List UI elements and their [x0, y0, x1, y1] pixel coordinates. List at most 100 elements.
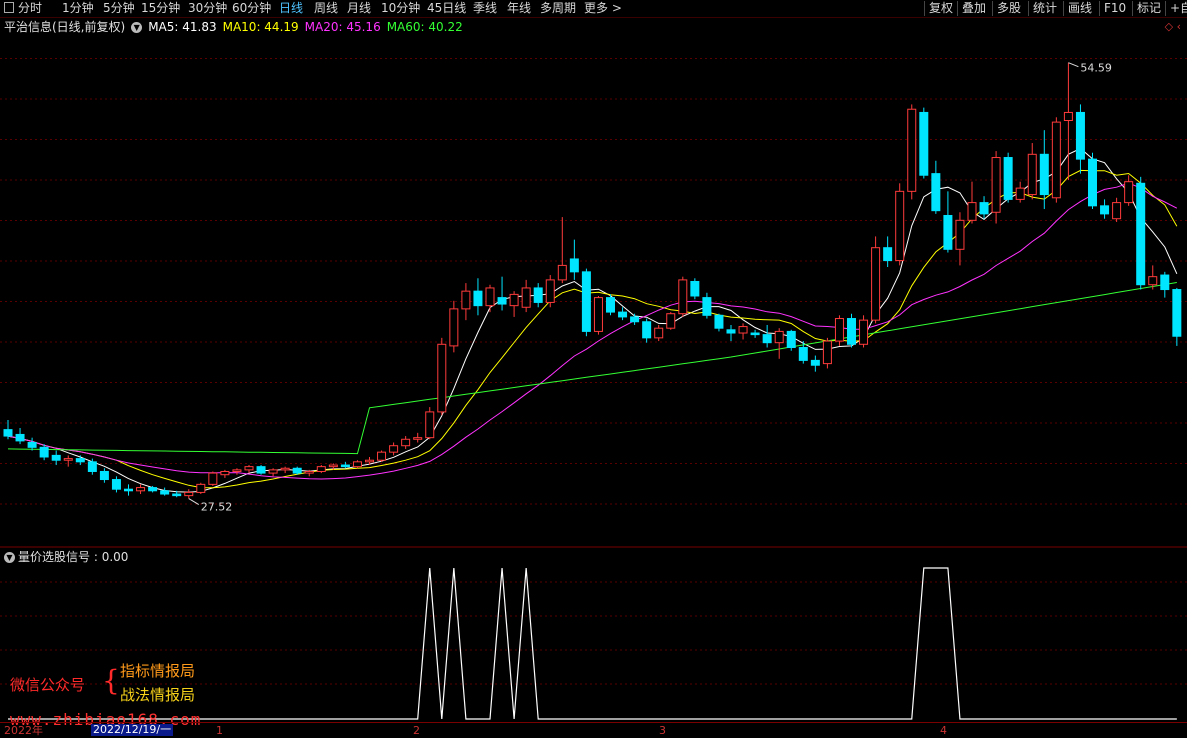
watermark: 微信公众号 { 指标情报局 战法情报局 www.zhibiao168.com — [10, 660, 250, 730]
candle-body — [690, 281, 700, 297]
candle-body — [220, 470, 230, 476]
period-tab[interactable]: 多周期 — [540, 0, 576, 17]
chevron-left-icon[interactable]: ‹ — [1177, 20, 1181, 33]
period-tab[interactable]: 月线 — [347, 0, 371, 17]
candle-body — [847, 318, 856, 345]
candle-body — [654, 327, 664, 339]
candle-body — [473, 290, 483, 307]
candle-body — [27, 442, 37, 448]
candle-body — [967, 202, 977, 221]
period-tab[interactable]: 周线 — [314, 0, 338, 17]
candle-body — [365, 459, 374, 463]
tool-button[interactable]: 画线 — [1068, 0, 1092, 17]
candle-body — [593, 297, 603, 332]
candle-body — [509, 293, 519, 307]
candle-body — [883, 247, 893, 262]
tool-button[interactable]: 标记 — [1137, 0, 1161, 17]
ma-legend-item: MA60: 40.22 — [386, 20, 463, 34]
candle-body — [1124, 181, 1134, 204]
toolbar-divider — [924, 1, 925, 16]
candle-body — [714, 314, 724, 329]
tool-button[interactable]: 叠加 — [962, 0, 986, 17]
annotation-leader — [1068, 62, 1079, 68]
period-tab[interactable]: 1分钟 — [62, 0, 94, 17]
chevron-down-icon[interactable]: ▼ — [4, 552, 15, 563]
candle-body — [15, 433, 25, 442]
candle-body — [1027, 153, 1037, 196]
candle-body — [184, 491, 194, 497]
period-tab[interactable]: 更多 > — [584, 0, 622, 17]
period-tab[interactable]: 10分钟 — [381, 0, 420, 17]
candle-body — [160, 490, 170, 495]
period-tab[interactable]: 30分钟 — [188, 0, 227, 17]
candle-body — [666, 313, 676, 329]
period-tab[interactable]: 季线 — [473, 0, 497, 17]
candle-body — [389, 445, 399, 453]
candle-body — [99, 470, 109, 481]
candle-body — [1015, 187, 1025, 200]
candle-body — [943, 214, 953, 250]
diamond-icon[interactable]: ◇ — [1165, 20, 1173, 33]
period-tab[interactable]: 年线 — [507, 0, 531, 17]
period-tab[interactable]: 日线 — [279, 0, 303, 17]
candle-body — [606, 297, 615, 313]
candle-body — [377, 451, 387, 461]
candle-body — [244, 466, 254, 471]
candle-body — [798, 347, 808, 361]
chevron-down-icon[interactable]: ▼ — [131, 22, 143, 33]
candle-body — [196, 483, 206, 493]
chart-legend: 平治信息(日线,前复权) ▼ MA5: 41.83 MA10: 44.19 MA20: … — [4, 19, 475, 35]
candle-body — [485, 287, 495, 307]
low-price-label: 27.52 — [201, 501, 233, 514]
candle-body — [437, 343, 447, 413]
candle-body — [642, 321, 652, 339]
candle-body — [786, 330, 796, 349]
tool-button[interactable]: F10 — [1104, 0, 1126, 17]
candle-body — [1051, 121, 1061, 199]
signal-legend: ▼ 量价选股信号 : 0.00 — [4, 549, 128, 565]
candle-body — [124, 488, 133, 492]
candle-body — [1136, 182, 1146, 286]
brace-icon: { — [102, 664, 120, 697]
candle-body — [1172, 289, 1182, 337]
period-toolbar: 分时 1分钟 5分钟 15分钟 30分钟 60分钟 日线 周线 月线 10分钟 45日线 季线 年线 多周… — [0, 0, 1187, 18]
year-label: 2022年 — [4, 724, 43, 737]
tool-button[interactable]: 统计 — [1033, 0, 1057, 17]
period-tab[interactable]: 45日线 — [427, 0, 466, 17]
candle-body — [630, 316, 640, 323]
period-tab[interactable]: 15分钟 — [141, 0, 180, 17]
tool-button[interactable]: 多股 — [997, 0, 1021, 17]
tool-button[interactable]: +自 — [1170, 0, 1187, 17]
ma5-line — [7, 147, 1178, 493]
tool-button[interactable]: 复权 — [929, 0, 953, 17]
candle-body — [569, 258, 579, 273]
candle-body — [461, 290, 471, 310]
window-icon[interactable] — [4, 2, 14, 13]
candle-body — [1039, 153, 1049, 196]
time-axis: 2022年 2022/12/19/一 1 2 3 4 — [0, 722, 1187, 738]
toolbar-divider — [1165, 1, 1166, 16]
watermark-wechat: 微信公众号 — [10, 676, 86, 694]
candle-body — [810, 359, 820, 366]
candle-body — [979, 202, 989, 215]
candle-body — [111, 479, 121, 490]
candle-body — [75, 458, 85, 463]
period-tab[interactable]: 60分钟 — [232, 0, 271, 17]
candle-body — [1075, 111, 1085, 160]
candle-body — [871, 247, 881, 321]
toolbar-divider — [992, 1, 993, 16]
period-tab[interactable]: 5分钟 — [103, 0, 135, 17]
candle-body — [618, 311, 628, 318]
ma20-line — [7, 182, 1178, 480]
price-chart[interactable]: 54.59 27.52 — [0, 18, 1187, 548]
candle-body — [991, 157, 1001, 213]
cursor-date: 2022/12/19/一 — [91, 723, 174, 736]
candle-body — [280, 467, 290, 471]
candle-body — [39, 446, 49, 458]
candle-body — [907, 108, 917, 192]
period-tab[interactable]: 分时 — [18, 0, 42, 17]
candle-body — [316, 466, 326, 472]
watermark-line2: 战法情报局 — [120, 686, 196, 704]
candle-body — [268, 469, 278, 474]
candle-body — [328, 464, 338, 468]
